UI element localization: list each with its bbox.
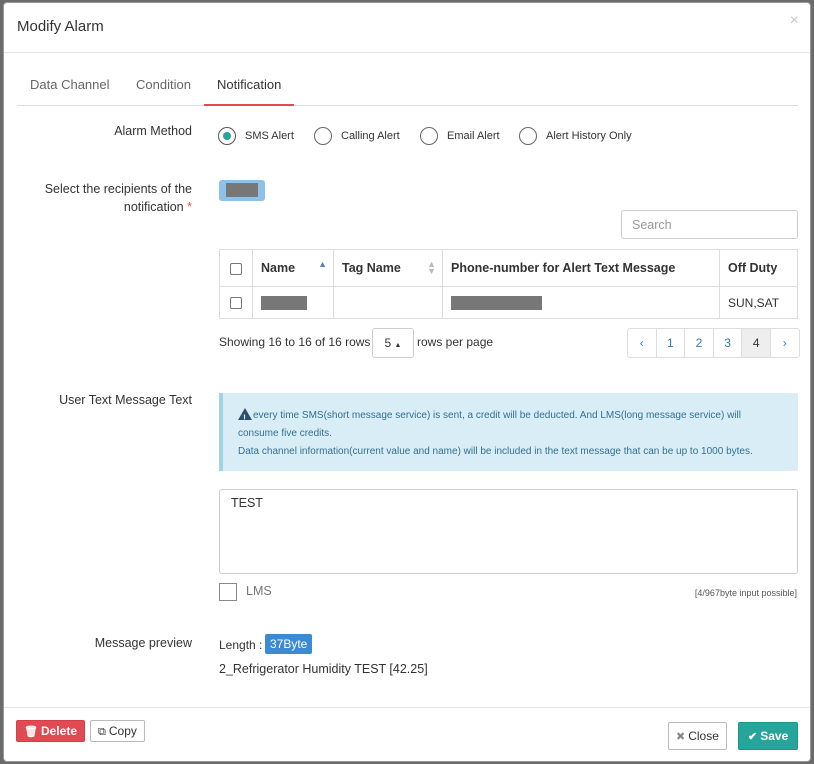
col-label: Name bbox=[261, 261, 296, 275]
redacted-value bbox=[451, 295, 542, 310]
tab-data-channel[interactable]: Data Channel bbox=[17, 71, 123, 106]
select-all-cell bbox=[219, 249, 253, 287]
radio-sms-alert[interactable]: SMS Alert bbox=[218, 127, 294, 145]
tab-notification[interactable]: Notification bbox=[204, 71, 295, 106]
copy-label: Copy bbox=[108, 724, 137, 738]
page-4-button[interactable]: 4 bbox=[741, 328, 771, 358]
page-2-button[interactable]: 2 bbox=[684, 328, 714, 358]
col-label: Off Duty bbox=[728, 261, 778, 275]
rows-per-page-dropdown[interactable]: 5 ▲ bbox=[372, 328, 414, 358]
recipients-table: Name ▲ Tag Name ▲ ▼ Phone-number for Alert … bbox=[219, 249, 798, 319]
radio-unselected-icon bbox=[519, 127, 537, 145]
radio-label: Email Alert bbox=[447, 130, 500, 142]
col-label: Tag Name bbox=[342, 261, 401, 275]
user-text-label: User Text Message Text bbox=[59, 393, 192, 407]
tab-bar: Data Channel Condition Notification bbox=[17, 71, 798, 106]
byte-count-info: [4/967byte input possible] bbox=[694, 588, 797, 598]
recipients-label: Select the recipients of the notificatio… bbox=[4, 180, 192, 216]
recipients-label-line1: Select the recipients of the bbox=[44, 182, 192, 196]
tab-condition[interactable]: Condition bbox=[123, 71, 204, 106]
lms-checkbox[interactable] bbox=[219, 583, 237, 601]
caret-up-icon: ▲ bbox=[394, 342, 402, 349]
cell-name bbox=[252, 286, 334, 319]
radio-label: Alert History Only bbox=[546, 130, 632, 142]
check-icon: ✔ bbox=[748, 731, 758, 743]
cell-phone bbox=[442, 286, 720, 319]
save-label: Save bbox=[760, 729, 789, 743]
page-1-button[interactable]: 1 bbox=[655, 328, 686, 358]
close-button[interactable]: ✖ Close bbox=[668, 722, 727, 750]
recipients-label-text: notification bbox=[123, 200, 184, 214]
delete-label: Delete bbox=[40, 724, 77, 738]
col-name-header[interactable]: Name ▲ bbox=[252, 249, 334, 287]
warning-icon bbox=[238, 408, 252, 427]
alert-line-2: consume five credits. bbox=[238, 428, 332, 439]
table-row: SUN,SAT bbox=[219, 286, 798, 319]
length-badge: 37Byte bbox=[265, 634, 313, 654]
selected-recipient-chip[interactable] bbox=[219, 180, 265, 201]
sort-both-icon: ▲ ▼ bbox=[427, 259, 436, 276]
pagination: ‹ 1 2 3 4 › bbox=[627, 328, 800, 358]
table-header-row: Name ▲ Tag Name ▲ ▼ Phone-number for Alert … bbox=[219, 249, 798, 287]
copy-icon: ⧉ bbox=[98, 726, 106, 738]
preview-label: Message preview bbox=[94, 636, 192, 650]
radio-unselected-icon bbox=[314, 127, 332, 145]
copy-button[interactable]: ⧉ Copy bbox=[90, 720, 145, 742]
cell-off-duty: SUN,SAT bbox=[719, 286, 798, 319]
delete-button[interactable]: 🗑 Delete bbox=[16, 720, 85, 742]
alarm-method-label: Alarm Method bbox=[114, 124, 192, 138]
length-label: Length : bbox=[219, 638, 263, 652]
page-next-button[interactable]: › bbox=[769, 328, 800, 358]
lms-label: LMS bbox=[246, 584, 272, 598]
message-preview-text: 2_Refrigerator Humidity TEST [42.25] bbox=[219, 662, 428, 676]
sms-info-alert: every time SMS(short message service) is… bbox=[219, 393, 798, 471]
redacted-value bbox=[261, 295, 307, 310]
rows-per-page-label: rows per page bbox=[417, 335, 494, 349]
rows-per-page-value: 5 bbox=[384, 336, 392, 350]
radio-label: SMS Alert bbox=[245, 130, 294, 142]
close-label: Close bbox=[688, 729, 719, 743]
x-icon: ✖ bbox=[676, 731, 686, 743]
radio-email-alert[interactable]: Email Alert bbox=[420, 127, 500, 145]
dialog-title: Modify Alarm bbox=[17, 18, 104, 35]
row-select-cell bbox=[219, 286, 253, 319]
radio-label: Calling Alert bbox=[341, 130, 400, 142]
col-label: Phone-number for Alert Text Message bbox=[451, 261, 676, 275]
required-mark: * bbox=[187, 200, 192, 214]
modify-alarm-dialog: Modify Alarm × Data Channel Condition No… bbox=[3, 2, 811, 762]
radio-unselected-icon bbox=[420, 127, 438, 145]
radio-selected-icon bbox=[218, 127, 236, 145]
row-checkbox[interactable] bbox=[230, 297, 242, 310]
col-phone-header[interactable]: Phone-number for Alert Text Message bbox=[442, 249, 720, 287]
alert-line-3: Data channel information(current value a… bbox=[238, 446, 753, 457]
dialog-header: Modify Alarm × bbox=[4, 3, 810, 53]
trash-icon: 🗑 bbox=[24, 726, 38, 738]
col-off-duty-header[interactable]: Off Duty bbox=[719, 249, 798, 287]
page-prev-button[interactable]: ‹ bbox=[627, 328, 657, 358]
alert-text-1: every time SMS(short message service) is… bbox=[253, 410, 741, 421]
cell-tag-name bbox=[333, 286, 443, 319]
message-textarea[interactable]: TEST bbox=[219, 489, 798, 574]
select-all-checkbox[interactable] bbox=[230, 262, 242, 275]
pagination-info: Showing 16 to 16 of 16 rows bbox=[219, 335, 371, 349]
close-icon[interactable]: × bbox=[790, 12, 799, 30]
search-input[interactable] bbox=[621, 210, 798, 239]
sort-asc-icon: ▲ bbox=[318, 259, 327, 269]
radio-calling-alert[interactable]: Calling Alert bbox=[314, 127, 400, 145]
dialog-footer: 🗑 Delete ⧉ Copy ✖ Close ✔ Save bbox=[4, 707, 810, 763]
save-button[interactable]: ✔ Save bbox=[738, 722, 799, 750]
alert-line-1: every time SMS(short message service) is… bbox=[238, 407, 786, 427]
page-3-button[interactable]: 3 bbox=[712, 328, 743, 358]
recipients-label-line2: notification * bbox=[4, 198, 192, 216]
col-tag-name-header[interactable]: Tag Name ▲ ▼ bbox=[333, 249, 443, 287]
radio-alert-history-only[interactable]: Alert History Only bbox=[519, 127, 632, 145]
redacted-name bbox=[226, 183, 258, 197]
